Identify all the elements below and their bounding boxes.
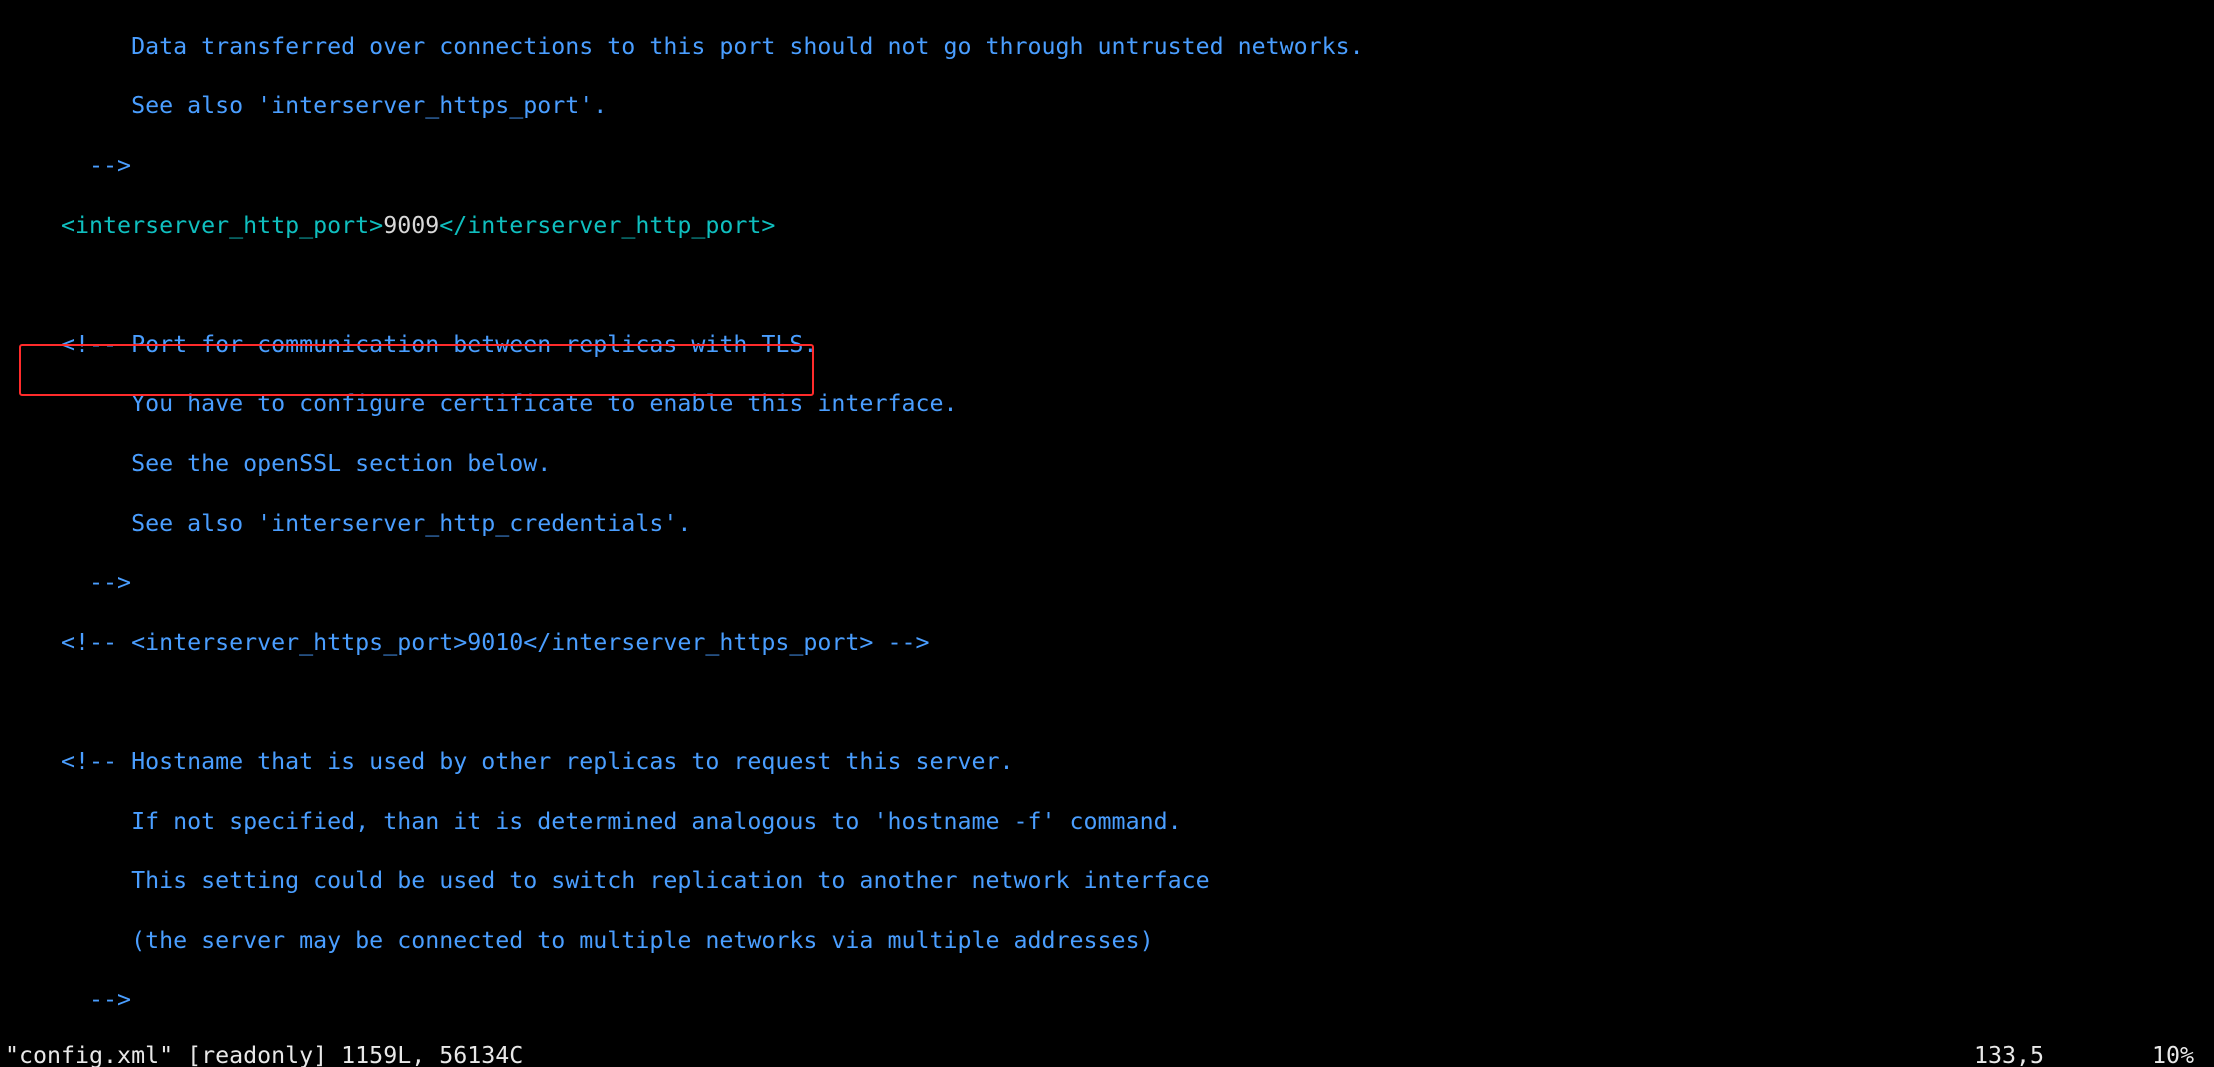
xml-tag-open: <interserver_http_port> bbox=[61, 212, 383, 239]
editor-content[interactable]: Data transferred over connections to thi… bbox=[0, 0, 2214, 1045]
code-line: --> bbox=[5, 151, 2214, 181]
terminal-viewport[interactable]: Data transferred over connections to thi… bbox=[0, 0, 2214, 1067]
xml-value: 9009 bbox=[383, 212, 439, 239]
status-cursor-pos: 133,5 bbox=[1974, 1041, 2044, 1067]
code-line: Data transferred over connections to thi… bbox=[5, 32, 2214, 62]
code-line: See also 'interserver_http_credentials'. bbox=[5, 509, 2214, 539]
status-scroll-pct: 10% bbox=[2152, 1041, 2194, 1067]
code-line: <!-- <interserver_https_port>9010</inter… bbox=[5, 628, 2214, 658]
code-line: <!-- Port for communication between repl… bbox=[5, 330, 2214, 360]
status-bar: "config.xml" [readonly] 1159L, 56134C 13… bbox=[0, 1045, 2214, 1067]
code-line: If not specified, than it is determined … bbox=[5, 807, 2214, 837]
code-line: <interserver_http_port>9009</interserver… bbox=[5, 211, 2214, 241]
xml-tag-close: </interserver_http_port> bbox=[439, 212, 775, 239]
code-line: (the server may be connected to multiple… bbox=[5, 926, 2214, 956]
code-line: See the openSSL section below. bbox=[5, 449, 2214, 479]
code-line: See also 'interserver_https_port'. bbox=[5, 91, 2214, 121]
code-line: You have to configure certificate to ena… bbox=[5, 389, 2214, 419]
code-line bbox=[5, 270, 2214, 300]
code-line: This setting could be used to switch rep… bbox=[5, 866, 2214, 896]
code-line: <!-- Hostname that is used by other repl… bbox=[5, 747, 2214, 777]
code-line: --> bbox=[5, 985, 2214, 1015]
status-filename: "config.xml" [readonly] 1159L, 56134C bbox=[5, 1041, 523, 1067]
code-line: --> bbox=[5, 568, 2214, 598]
code-line bbox=[5, 687, 2214, 717]
